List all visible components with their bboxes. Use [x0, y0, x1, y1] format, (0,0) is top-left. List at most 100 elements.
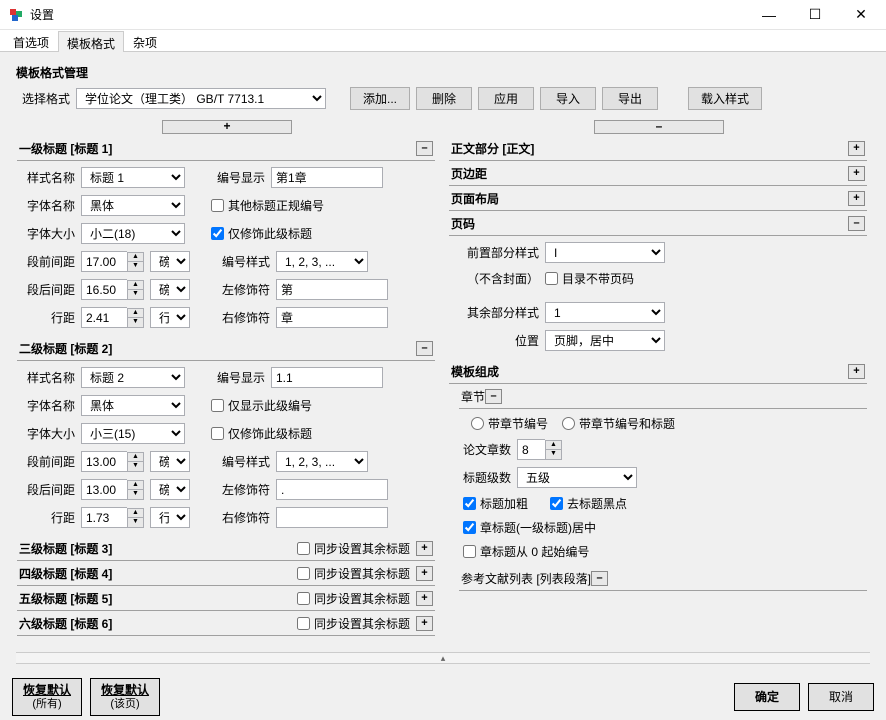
h1-fontsize[interactable]: 小二(18) [81, 223, 185, 244]
h2-onlyshow-checkbox[interactable] [211, 399, 224, 412]
h1-line[interactable] [81, 307, 127, 328]
load-styles-button[interactable]: 载入样式 [688, 87, 762, 110]
tab-misc[interactable]: 杂项 [124, 30, 166, 51]
h2-after-spin[interactable]: ▲▼ [127, 480, 144, 500]
h2-stylename[interactable]: 标题 2 [81, 367, 185, 388]
h2-after[interactable] [81, 479, 127, 500]
window-title: 设置 [30, 6, 746, 23]
h1-rightdeco[interactable] [276, 307, 388, 328]
h5-title: 五级标题 [标题 5] [19, 590, 297, 607]
h2-line-unit[interactable]: 行 [150, 507, 190, 528]
remove-dot-checkbox[interactable] [550, 497, 563, 510]
tab-preferences[interactable]: 首选项 [4, 30, 58, 51]
pos-select[interactable]: 页脚，居中 [545, 330, 665, 351]
h1-numstyle[interactable]: 1, 2, 3, ... [276, 251, 368, 272]
h3-expand[interactable]: + [416, 541, 433, 556]
ok-button[interactable]: 确定 [734, 683, 800, 711]
add-button[interactable]: 添加... [350, 87, 410, 110]
apply-button[interactable]: 应用 [478, 87, 534, 110]
h2-before-unit[interactable]: 磅 [150, 451, 190, 472]
h2-numdisplay[interactable] [271, 367, 383, 388]
other-style-select[interactable]: 1 [545, 302, 665, 323]
h2-after-unit[interactable]: 磅 [150, 479, 190, 500]
h2-fontname[interactable]: 黑体 [81, 395, 185, 416]
section-h1: 一级标题 [标题 1] – 样式名称 标题 1 编号显示 字体名称 黑体 [17, 138, 435, 336]
h1-onlydec-checkbox[interactable] [211, 227, 224, 240]
close-button[interactable]: ✕ [838, 0, 884, 30]
right-collapse-toggle[interactable]: – [594, 120, 724, 134]
right-scroll[interactable]: 正文部分 [正文]+ 页边距+ 页面布局+ 页码– 前置部分样式 I [448, 137, 870, 648]
h1-line-unit[interactable]: 行 [150, 307, 190, 328]
bold-title-checkbox[interactable] [463, 497, 476, 510]
import-button[interactable]: 导入 [540, 87, 596, 110]
h1-after-spin[interactable]: ▲▼ [127, 280, 144, 300]
h1-numdisplay[interactable] [271, 167, 383, 188]
h2-rightdeco[interactable] [276, 507, 388, 528]
chapters-collapse[interactable]: – [485, 389, 502, 404]
h1-other-reg-checkbox[interactable] [211, 199, 224, 212]
h1-after[interactable] [81, 279, 127, 300]
h2-before[interactable] [81, 451, 127, 472]
bold-title-label: 标题加粗 [480, 495, 528, 512]
h2-line-spin[interactable]: ▲▼ [127, 508, 144, 528]
chap-center-checkbox[interactable] [463, 521, 476, 534]
left-scroll[interactable]: 一级标题 [标题 1] – 样式名称 标题 1 编号显示 字体名称 黑体 [16, 137, 438, 648]
split-handle[interactable] [16, 652, 870, 664]
section-body-text: 正文部分 [正文]+ [449, 138, 867, 161]
format-select[interactable]: 学位论文（理工类） GB/T 7713.1 [76, 88, 326, 109]
layout-expand[interactable]: + [848, 191, 865, 206]
section-margins: 页边距+ [449, 163, 867, 186]
h1-line-spin[interactable]: ▲▼ [127, 308, 144, 328]
chapter-count[interactable] [517, 439, 545, 460]
chap-zero-checkbox[interactable] [463, 545, 476, 558]
minimize-button[interactable]: ― [746, 0, 792, 30]
front-style-select[interactable]: I [545, 242, 665, 263]
h1-stylename[interactable]: 标题 1 [81, 167, 185, 188]
delete-button[interactable]: 删除 [416, 87, 472, 110]
h1-fontname[interactable]: 黑体 [81, 195, 185, 216]
cancel-button[interactable]: 取消 [808, 683, 874, 711]
h4-sync-checkbox[interactable] [297, 567, 310, 580]
restore-all-button[interactable]: 恢复默认(所有) [12, 678, 82, 716]
h5-sync-checkbox[interactable] [297, 592, 310, 605]
toc-no-page-checkbox[interactable] [545, 272, 558, 285]
tab-template-format[interactable]: 模板格式 [58, 31, 124, 52]
heading-levels-select[interactable]: 五级 [517, 467, 637, 488]
radio-with-num-label: 带章节编号 [488, 415, 548, 432]
pagenum-collapse[interactable]: – [848, 216, 865, 231]
h3-sync-checkbox[interactable] [297, 542, 310, 555]
maximize-button[interactable]: ☐ [792, 0, 838, 30]
restore-page-button[interactable]: 恢复默认(该页) [90, 678, 160, 716]
h1-leftdeco[interactable] [276, 279, 388, 300]
radio-with-num[interactable]: 带章节编号 [471, 415, 548, 432]
reflist-collapse[interactable]: – [591, 571, 608, 586]
left-expand-toggle[interactable]: + [162, 120, 292, 134]
h1-leftdeco-label: 左修饰符 [216, 281, 270, 298]
h5-expand[interactable]: + [416, 591, 433, 606]
h1-collapse[interactable]: – [416, 141, 433, 156]
h1-before-spin[interactable]: ▲▼ [127, 252, 144, 272]
h2-onlydec-checkbox[interactable] [211, 427, 224, 440]
chapter-count-spin[interactable]: ▲▼ [545, 440, 562, 460]
margins-expand[interactable]: + [848, 166, 865, 181]
h2-numstyle[interactable]: 1, 2, 3, ... [276, 451, 368, 472]
h2-line[interactable] [81, 507, 127, 528]
h2-line-label: 行距 [21, 509, 75, 526]
h6-expand[interactable]: + [416, 616, 433, 631]
section-h5: 五级标题 [标题 5] 同步设置其余标题 + [17, 588, 435, 611]
h4-expand[interactable]: + [416, 566, 433, 581]
h1-line-label: 行距 [21, 309, 75, 326]
body-expand[interactable]: + [848, 141, 865, 156]
h2-fontsize[interactable]: 小三(15) [81, 423, 185, 444]
radio-with-num-title[interactable]: 带章节编号和标题 [562, 415, 675, 432]
composition-expand[interactable]: + [848, 364, 865, 379]
h1-after-unit[interactable]: 磅 [150, 279, 190, 300]
h2-collapse[interactable]: – [416, 341, 433, 356]
h2-leftdeco[interactable] [276, 479, 388, 500]
h1-before-unit[interactable]: 磅 [150, 251, 190, 272]
h2-before-spin[interactable]: ▲▼ [127, 452, 144, 472]
h6-sync-checkbox[interactable] [297, 617, 310, 630]
h1-before[interactable] [81, 251, 127, 272]
export-button[interactable]: 导出 [602, 87, 658, 110]
heading-levels-label: 标题级数 [463, 469, 511, 486]
